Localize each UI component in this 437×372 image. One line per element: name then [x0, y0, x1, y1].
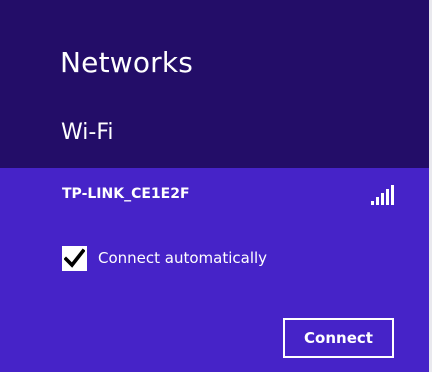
network-list-item[interactable]: TP-LINK_CE1E2F [0, 168, 429, 228]
connect-automatically-checkbox[interactable] [62, 245, 87, 271]
flyout-header: Networks Wi-Fi [0, 0, 429, 168]
page-title: Networks [60, 46, 194, 79]
connect-automatically-option[interactable]: Connect automatically [62, 243, 267, 273]
connect-button[interactable]: Connect [283, 318, 394, 358]
network-ssid: TP-LINK_CE1E2F [62, 186, 190, 202]
wifi-section-label: Wi-Fi [61, 120, 114, 145]
wifi-signal-bars-icon [371, 185, 394, 205]
checkmark-icon [64, 247, 85, 268]
connect-automatically-label: Connect automatically [98, 249, 268, 267]
networks-flyout: Networks Wi-Fi TP-LINK_CE1E2F Connect au… [0, 0, 432, 372]
